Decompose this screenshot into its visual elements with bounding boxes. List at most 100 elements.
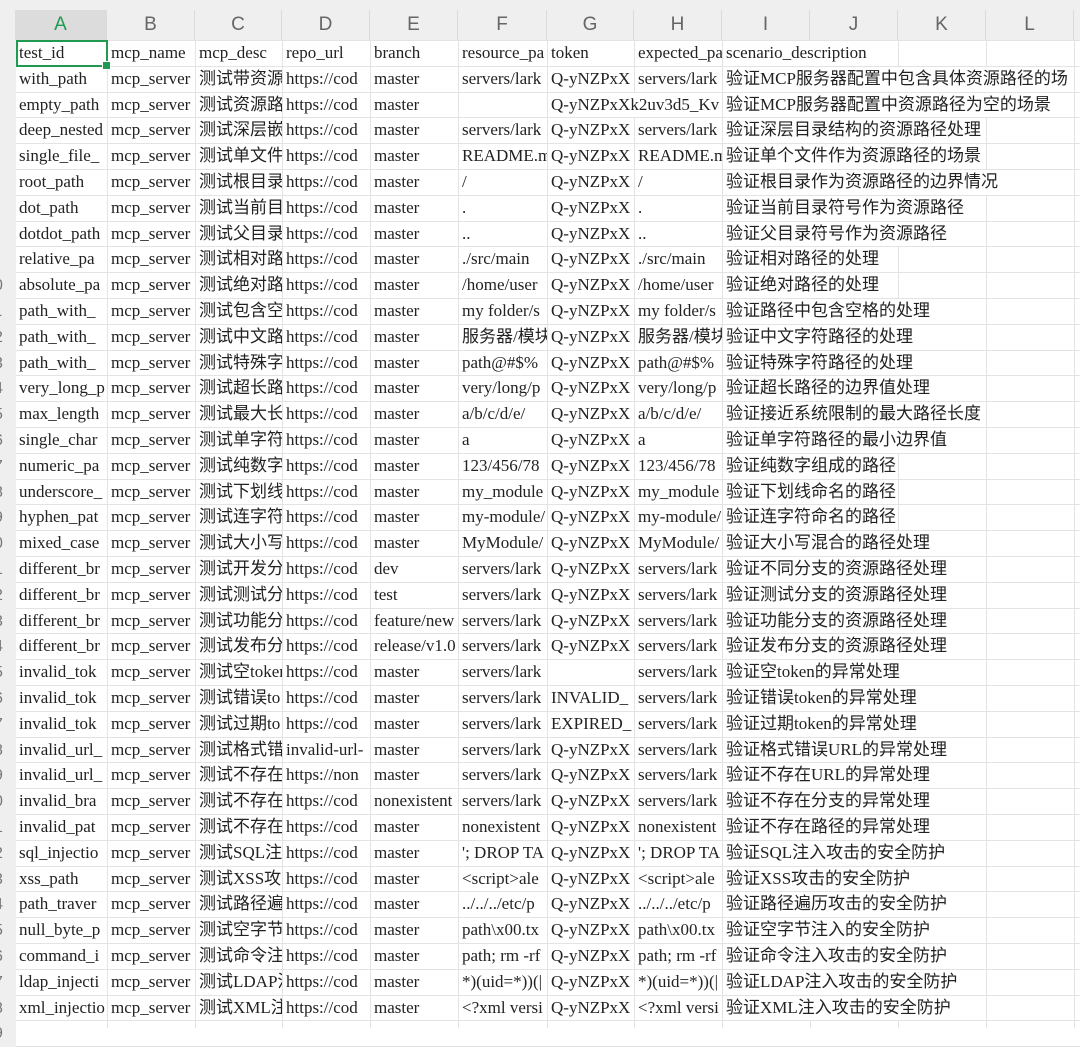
table-cell[interactable]: 测试单字符 xyxy=(196,428,282,453)
row-header-7[interactable]: 7 xyxy=(0,195,16,222)
column-title-cell[interactable]: scenario_description xyxy=(723,41,867,66)
table-cell[interactable]: mcp_server xyxy=(108,969,195,995)
table-cell[interactable]: https://cod xyxy=(283,92,370,118)
table-cell[interactable]: master xyxy=(371,118,458,144)
table-cell[interactable]: mcp_server xyxy=(108,918,195,943)
table-cell[interactable]: test xyxy=(371,582,458,608)
table-cell[interactable]: Q-yNZPxX xyxy=(548,118,634,144)
table-cell[interactable]: 测试深层嵌 xyxy=(196,118,282,144)
table-cell[interactable]: 验证超长路径的边界值处理 xyxy=(723,376,930,402)
table-cell[interactable]: servers/lark xyxy=(459,711,547,737)
table-cell[interactable]: master xyxy=(371,195,458,221)
table-cell[interactable]: 测试发布分 xyxy=(196,634,282,660)
table-cell[interactable]: 验证不存在路径的异常处理 xyxy=(723,815,930,840)
table-cell[interactable]: 验证发布分支的资源路径处理 xyxy=(723,634,947,660)
table-cell[interactable]: mcp_server xyxy=(108,505,195,531)
table-cell[interactable]: underscore_ xyxy=(16,479,107,505)
table-cell[interactable]: 服务器/模块 xyxy=(635,324,722,350)
table-cell[interactable]: README.md xyxy=(635,144,722,169)
table-cell[interactable]: . xyxy=(635,195,722,221)
table-cell[interactable]: 验证特殊字符路径的处理 xyxy=(723,350,913,376)
table-cell[interactable]: 验证下划线命名的路径 xyxy=(723,479,896,505)
column-header-F[interactable]: F xyxy=(458,10,547,40)
column-title-cell[interactable]: mcp_desc xyxy=(196,41,282,66)
table-cell[interactable]: 验证接近系统限制的最大路径长度 xyxy=(723,402,981,427)
table-cell[interactable]: master xyxy=(371,221,458,247)
table-cell[interactable]: servers/lark xyxy=(635,66,722,92)
table-cell[interactable]: https://cod xyxy=(283,892,370,918)
table-cell[interactable]: master xyxy=(371,324,458,350)
table-cell[interactable]: 验证根目录作为资源路径的边界情况 xyxy=(723,170,998,195)
table-cell[interactable]: 测试连字符 xyxy=(196,505,282,531)
table-cell[interactable]: master xyxy=(371,531,458,556)
table-cell[interactable]: https://non xyxy=(283,763,370,789)
table-cell[interactable]: mcp_server xyxy=(108,376,195,402)
row-header-23[interactable]: 23 xyxy=(0,608,16,635)
table-cell[interactable]: absolute_pa xyxy=(16,273,107,298)
table-cell[interactable]: master xyxy=(371,299,458,324)
table-cell[interactable]: Q-yNZPxX xyxy=(548,247,634,273)
table-cell[interactable]: feature/new xyxy=(371,608,458,634)
table-cell[interactable]: 验证绝对路径的处理 xyxy=(723,273,879,298)
table-cell[interactable]: 服务器/模块 xyxy=(459,324,547,350)
table-cell[interactable]: xss_path xyxy=(16,866,107,892)
table-cell[interactable]: Q-yNZPxX xyxy=(548,892,634,918)
table-cell[interactable]: 测试绝对路 xyxy=(196,273,282,298)
table-cell[interactable]: mcp_server xyxy=(108,299,195,324)
table-cell[interactable]: invalid_tok xyxy=(16,660,107,685)
row-header-8[interactable]: 8 xyxy=(0,221,16,248)
table-cell[interactable]: a/b/c/d/e/ xyxy=(459,402,547,427)
table-cell[interactable]: Q-yNZPxX xyxy=(548,144,634,169)
table-cell[interactable]: invalid_bra xyxy=(16,789,107,814)
table-cell[interactable]: different_br xyxy=(16,634,107,660)
table-cell[interactable]: 验证功能分支的资源路径处理 xyxy=(723,608,947,634)
table-cell[interactable]: servers/lark xyxy=(459,66,547,92)
table-cell[interactable]: master xyxy=(371,273,458,298)
table-cell[interactable]: . xyxy=(459,195,547,221)
table-cell[interactable]: servers/lark xyxy=(459,660,542,685)
table-cell[interactable]: Q-yNZPxX xyxy=(548,918,634,943)
table-cell[interactable]: invalid_tok xyxy=(16,711,107,737)
table-cell[interactable]: path@#$% xyxy=(635,350,722,376)
row-header-36[interactable]: 36 xyxy=(0,944,16,970)
table-cell[interactable]: Q-yNZPxX xyxy=(548,453,634,479)
table-cell[interactable]: 测试路径遍 xyxy=(196,892,282,918)
row-header-16[interactable]: 16 xyxy=(0,428,16,454)
table-cell[interactable]: 123/456/78 xyxy=(635,453,722,479)
table-cell[interactable]: 验证LDAP注入攻击的安全防护 xyxy=(723,969,958,995)
table-cell[interactable]: 验证单个文件作为资源路径的场景 xyxy=(723,144,981,169)
row-header-24[interactable]: 24 xyxy=(0,634,16,661)
row-header-37[interactable]: 37 xyxy=(0,969,16,996)
table-cell[interactable]: master xyxy=(371,66,458,92)
table-cell[interactable]: 测试空token xyxy=(196,660,282,685)
table-cell[interactable]: https://cod xyxy=(283,789,370,814)
table-cell[interactable]: 测试不存在 xyxy=(196,763,282,789)
table-cell[interactable]: <script>ale xyxy=(459,866,547,892)
table-cell[interactable]: 验证MCP服务器配置中包含具体资源路径的场 xyxy=(723,66,1068,92)
column-header-G[interactable]: G xyxy=(547,10,634,40)
row-header-22[interactable]: 22 xyxy=(0,582,16,609)
table-cell[interactable]: servers/lark xyxy=(459,763,547,789)
column-header-H[interactable]: H xyxy=(634,10,722,40)
row-header-1[interactable]: 1 xyxy=(0,41,16,67)
table-cell[interactable]: https://cod xyxy=(283,195,370,221)
table-cell[interactable]: mcp_server xyxy=(108,737,195,763)
table-cell[interactable]: servers/lark xyxy=(459,789,547,814)
table-cell[interactable]: mcp_server xyxy=(108,247,195,273)
table-cell[interactable]: 测试下划线 xyxy=(196,479,282,505)
table-cell[interactable]: relative_pa xyxy=(16,247,107,273)
table-cell[interactable]: master xyxy=(371,376,458,402)
table-cell[interactable]: https://cod xyxy=(283,557,370,582)
table-cell[interactable]: mcp_server xyxy=(108,273,195,298)
table-cell[interactable]: 测试格式错 xyxy=(196,737,282,763)
table-cell[interactable]: https://cod xyxy=(283,428,370,453)
row-header-33[interactable]: 33 xyxy=(0,866,16,893)
row-header-6[interactable]: 6 xyxy=(0,170,16,196)
table-cell[interactable]: very/long/p xyxy=(635,376,722,402)
table-cell[interactable]: path; rm -rf xyxy=(459,944,547,969)
table-cell[interactable]: servers/lark xyxy=(459,737,547,763)
table-cell[interactable]: https://cod xyxy=(283,505,370,531)
table-cell[interactable]: servers/lark xyxy=(635,557,722,582)
column-header-D[interactable]: D xyxy=(282,10,370,40)
table-cell[interactable]: mcp_server xyxy=(108,789,195,814)
